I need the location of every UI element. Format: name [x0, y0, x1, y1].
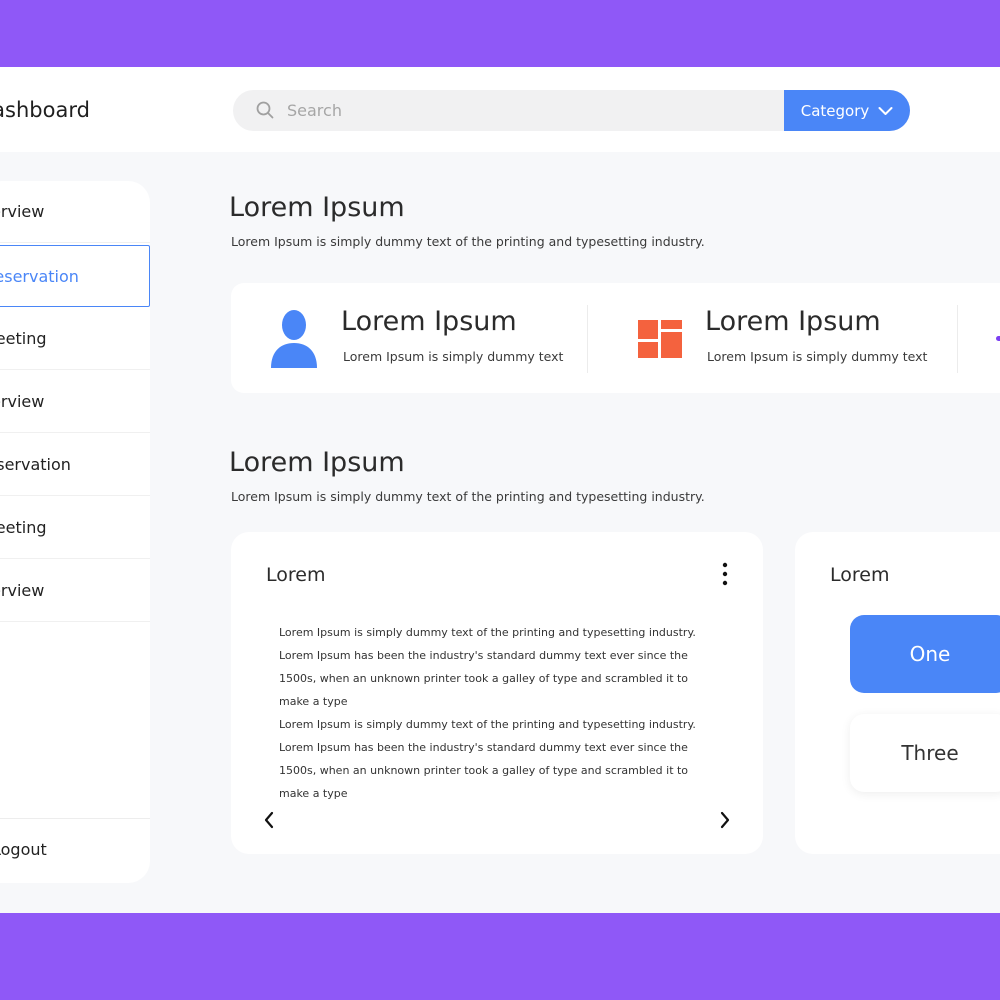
options-card: Lorem One Three — [795, 532, 1000, 854]
user-icon — [271, 310, 317, 368]
layout-grid-icon — [638, 320, 682, 358]
sidebar-item-overview[interactable]: Overview — [0, 560, 150, 622]
app-title: Dashboard — [0, 98, 90, 122]
card-title: Lorem — [266, 564, 326, 586]
card-paragraph: Lorem Ipsum is simply dummy text of the … — [279, 718, 696, 800]
section-subtitle: Lorem Ipsum is simply dummy text of the … — [231, 234, 705, 249]
option-label: One — [909, 642, 951, 666]
sidebar-item-label: Meeting — [0, 518, 47, 537]
option-three-button[interactable]: Three — [850, 714, 1000, 792]
card-body: Lorem Ipsum is simply dummy text of the … — [279, 621, 699, 805]
card-paragraph: Lorem Ipsum is simply dummy text of the … — [279, 626, 696, 708]
option-label: Three — [901, 741, 959, 765]
section-title: Lorem Ipsum — [229, 192, 405, 223]
sidebar-item-reservation[interactable]: Reservation — [0, 434, 150, 496]
logout-button[interactable]: Logout — [0, 818, 150, 883]
sidebar-item-meeting[interactable]: Meeting — [0, 497, 150, 559]
stat-title: Lorem Ipsum — [341, 306, 517, 337]
sidebar-item-label: Meeting — [0, 329, 47, 348]
category-label: Category — [800, 101, 870, 120]
stat-subtitle: Lorem Ipsum is simply dummy text — [343, 349, 564, 364]
sidebar-item-reservation[interactable]: Reservation — [0, 245, 150, 307]
top-frame-band — [0, 0, 1000, 67]
more-options-icon[interactable] — [715, 562, 735, 586]
stat-item: Lorem Ipsum Lorem Ipsum is simply dummy … — [231, 283, 587, 393]
chevron-right-icon[interactable] — [717, 810, 733, 830]
sidebar-item-overview[interactable]: Overview — [0, 371, 150, 433]
sidebar-item-overview[interactable]: Overview — [0, 181, 150, 243]
section-subtitle: Lorem Ipsum is simply dummy text of the … — [231, 489, 705, 504]
stat-subtitle: Lorem Ipsum is simply dummy text — [707, 349, 928, 364]
sidebar-item-meeting[interactable]: Meeting — [0, 308, 150, 370]
chevron-down-icon — [878, 106, 893, 115]
sidebar: Overview Reservation Meeting Overview Re… — [0, 181, 150, 883]
sidebar-item-label: Reservation — [0, 455, 71, 474]
bottom-frame-band — [0, 913, 1000, 1000]
app-window: Dashboard Category Overview Reservation … — [0, 67, 1000, 913]
search-icon — [256, 101, 274, 119]
stat-divider — [957, 305, 958, 373]
sidebar-item-label: Overview — [0, 581, 45, 600]
sidebar-item-label: Overview — [0, 202, 45, 221]
sidebar-item-label: Overview — [0, 392, 45, 411]
search-input[interactable] — [287, 90, 777, 131]
search-bar: Category — [233, 90, 910, 131]
stat-icon-partial — [996, 336, 1000, 341]
category-dropdown-button[interactable]: Category — [784, 90, 910, 131]
stats-card: Lorem Ipsum Lorem Ipsum is simply dummy … — [231, 283, 1000, 393]
card-title: Lorem — [830, 564, 890, 586]
option-one-button[interactable]: One — [850, 615, 1000, 693]
text-carousel-card: Lorem Lorem Ipsum is simply dummy text o… — [231, 532, 763, 854]
sidebar-item-label: Reservation — [0, 267, 79, 286]
chevron-left-icon[interactable] — [261, 810, 277, 830]
logout-label: Logout — [0, 840, 47, 859]
section-title: Lorem Ipsum — [229, 447, 405, 478]
stat-title: Lorem Ipsum — [705, 306, 881, 337]
stat-item: Lorem Ipsum Lorem Ipsum is simply dummy … — [588, 283, 957, 393]
top-bar: Dashboard Category — [0, 67, 1000, 152]
